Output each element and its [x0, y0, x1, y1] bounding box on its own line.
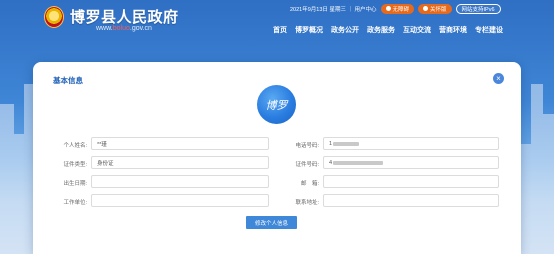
nav-special-columns[interactable]: 专栏建设 [475, 25, 503, 35]
main-nav: 首页 博罗概况 政务公开 政务服务 互动交流 营商环境 专栏建设 [273, 25, 503, 35]
masked-text [333, 160, 384, 165]
birth-date-field[interactable] [91, 175, 269, 188]
site-domain: www.boluo.gov.cn [96, 25, 152, 32]
name-label: 个人姓名: [63, 143, 87, 149]
phone-field[interactable]: 1 [323, 137, 499, 150]
nav-gov-affairs-open[interactable]: 政务公开 [331, 25, 359, 35]
national-emblem-icon [44, 6, 64, 28]
nav-home[interactable]: 首页 [273, 25, 287, 35]
date-user-center[interactable]: 2021年9月13日 星期三 ｜ 用户中心 [290, 5, 377, 13]
modal-title: 基本信息 [53, 76, 83, 85]
close-icon[interactable]: × [493, 73, 504, 84]
email-field[interactable] [323, 175, 499, 188]
accessibility-icon [385, 6, 391, 11]
id-number-label: 证件号码: [295, 162, 319, 168]
site-header: 博罗县人民政府 www.boluo.gov.cn 2021年9月13日 星期三 … [0, 0, 554, 44]
nav-interaction[interactable]: 互动交流 [403, 25, 431, 35]
site-title: 博罗县人民政府 [70, 8, 179, 26]
id-type-label: 证件类型: [63, 162, 87, 168]
ipv6-badge[interactable]: 网站支持IPv6 [455, 3, 501, 14]
email-label: 邮 箱: [300, 181, 319, 187]
workplace-label: 工作单位: [63, 200, 87, 206]
avatar: 博罗 [257, 85, 296, 124]
name-field[interactable]: **瑾 [91, 137, 269, 150]
basic-info-modal: 基本信息 × 博罗 个人姓名: **瑾 电话号码: 1 证件类型: 身份证 证件… [33, 62, 521, 254]
phone-label: 电话号码: [295, 143, 319, 149]
nav-overview[interactable]: 博罗概况 [295, 25, 323, 35]
accessibility-button[interactable]: 无障碍 [380, 3, 415, 14]
top-utility-bar: 2021年9月13日 星期三 ｜ 用户中心 无障碍 关怀版 网站支持IPv6 [290, 3, 501, 14]
address-label: 联系地址: [295, 200, 319, 206]
id-type-field[interactable]: 身份证 [91, 156, 269, 169]
workplace-field[interactable] [91, 194, 269, 207]
edit-profile-button[interactable]: 修改个人信息 [246, 216, 297, 229]
address-field[interactable] [323, 194, 499, 207]
masked-text [333, 141, 360, 146]
care-mode-button[interactable]: 关怀版 [418, 3, 452, 14]
nav-business-env[interactable]: 营商环境 [439, 25, 467, 35]
id-number-field[interactable]: 4 [323, 156, 499, 169]
care-icon [423, 6, 429, 11]
birth-date-label: 出生日期: [63, 181, 87, 187]
nav-gov-services[interactable]: 政务服务 [367, 25, 395, 35]
